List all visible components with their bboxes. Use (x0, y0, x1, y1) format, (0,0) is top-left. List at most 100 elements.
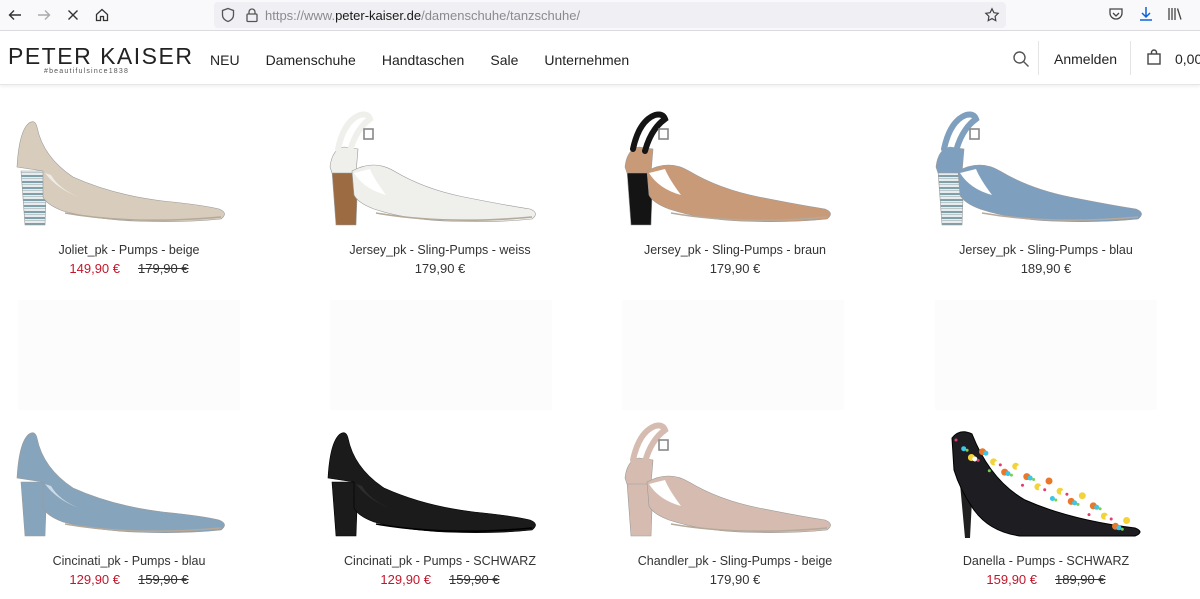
sling-strap (941, 111, 980, 154)
product-image[interactable] (13, 109, 245, 229)
nav-item-sale[interactable]: Sale (490, 52, 518, 68)
product-name[interactable]: Danella - Pumps - SCHWARZ (901, 554, 1191, 568)
logo[interactable]: PETER KAISER #beautifulsince1838 (8, 44, 193, 75)
image-placeholder (622, 300, 844, 410)
print-dot (1027, 475, 1033, 481)
sale-price: 129,90 € (69, 572, 120, 587)
old-price: 189,90 € (1055, 572, 1106, 587)
price: 189,90 € (1020, 261, 1072, 276)
url-text[interactable]: https://www.peter-kaiser.de/damenschuhe/… (265, 8, 580, 23)
shoe-illustration (624, 422, 831, 537)
login-link[interactable]: Anmelden (1054, 51, 1117, 67)
shopping-bag-icon (1147, 49, 1161, 65)
shoe-illustration (951, 431, 1141, 538)
back-button[interactable] (3, 3, 27, 27)
bookmark-star-icon[interactable] (984, 7, 1000, 23)
pocket-button[interactable] (1107, 5, 1125, 23)
product-image[interactable] (324, 420, 556, 540)
product-name[interactable]: Joliet_pk - Pumps - beige (0, 243, 274, 257)
buckle (658, 128, 669, 140)
logo-tagline: #beautifulsince1838 (44, 68, 130, 75)
image-placeholder (935, 300, 1157, 410)
arrow-right-icon (38, 10, 51, 20)
url-domain: peter-kaiser.de (335, 8, 422, 23)
home-icon (95, 8, 109, 22)
product-card[interactable]: Jersey_pk - Sling-Pumps - braun 179,90 € (590, 109, 880, 276)
product-name[interactable]: Jersey_pk - Sling-Pumps - braun (590, 243, 880, 257)
product-image[interactable] (930, 420, 1162, 540)
shoe-illustration (16, 121, 225, 226)
downloads-button[interactable] (1137, 5, 1155, 23)
product-image[interactable] (619, 109, 851, 229)
product-card[interactable]: Chandler_pk - Sling-Pumps - beige 179,90… (590, 420, 880, 587)
product-price: 129,90 € 159,90 € (295, 572, 585, 587)
image-placeholder (18, 300, 240, 410)
close-icon (68, 10, 78, 20)
product-card[interactable]: Jersey_pk - Sling-Pumps - blau 189,90 € (901, 109, 1191, 276)
product-name[interactable]: Cincinati_pk - Pumps - blau (0, 554, 274, 568)
buckle (969, 128, 980, 140)
lock-icon[interactable] (244, 7, 260, 23)
print-dot (972, 456, 978, 462)
print-dot (1054, 498, 1058, 502)
nav-item-unternehmen[interactable]: Unternehmen (544, 52, 629, 68)
site-header: PETER KAISER #beautifulsince1838 NEU Dam… (0, 31, 1200, 85)
library-icon (1168, 8, 1182, 20)
print-dot (1038, 485, 1044, 491)
product-image[interactable] (324, 109, 556, 229)
shoe-illustration (329, 111, 536, 226)
shoe-heel-cup (624, 457, 654, 485)
header-divider (1130, 41, 1131, 75)
cart-button[interactable] (1145, 48, 1163, 66)
product-name[interactable]: Chandler_pk - Sling-Pumps - beige (590, 554, 880, 568)
stop-button[interactable] (61, 3, 85, 27)
product-card[interactable]: Danella - Pumps - SCHWARZ 159,90 € 189,90… (901, 420, 1191, 587)
shoe-heel-cup (329, 146, 359, 174)
product-name[interactable]: Jersey_pk - Sling-Pumps - weiss (295, 243, 585, 257)
price: 179,90 € (709, 261, 761, 276)
address-bar[interactable]: https://www.peter-kaiser.de/damenschuhe/… (214, 2, 1006, 28)
main-nav: NEU Damenschuhe Handtaschen Sale Unterne… (210, 52, 655, 68)
print-dot (1120, 527, 1124, 531)
print-dot (1045, 477, 1053, 485)
nav-item-damenschuhe[interactable]: Damenschuhe (266, 52, 356, 68)
sale-price: 129,90 € (380, 572, 431, 587)
product-card[interactable]: Cincinati_pk - Pumps - blau 129,90 € 159,… (0, 420, 274, 587)
product-card[interactable]: Joliet_pk - Pumps - beige 149,90 € 179,90… (0, 109, 274, 276)
browser-toolbar: https://www.peter-kaiser.de/damenschuhe/… (0, 0, 1200, 31)
product-name[interactable]: Cincinati_pk - Pumps - SCHWARZ (295, 554, 585, 568)
library-button[interactable] (1166, 5, 1184, 23)
product-image[interactable] (930, 109, 1162, 229)
sling-strap (630, 422, 669, 465)
url-prefix: https://www. (265, 8, 336, 23)
download-icon (1140, 7, 1152, 21)
image-placeholder (330, 300, 552, 410)
product-name[interactable]: Jersey_pk - Sling-Pumps - blau (901, 243, 1191, 257)
print-dot (1078, 492, 1086, 500)
product-card[interactable]: Jersey_pk - Sling-Pumps - weiss 179,90 € (295, 109, 585, 276)
old-price: 159,90 € (449, 572, 500, 587)
print-dot (1065, 492, 1069, 496)
shoe-body (16, 121, 225, 222)
header-divider (1038, 41, 1039, 75)
sling-strap (335, 111, 374, 154)
search-button[interactable] (1012, 50, 1030, 68)
search-icon (1013, 51, 1029, 67)
sale-price: 149,90 € (69, 261, 120, 276)
print-dot (983, 450, 989, 456)
print-dot (1094, 504, 1100, 510)
product-card[interactable]: Cincinati_pk - Pumps - SCHWARZ 129,90 €1… (295, 420, 585, 587)
home-button[interactable] (90, 3, 114, 27)
nav-item-handtaschen[interactable]: Handtaschen (382, 52, 465, 68)
product-image[interactable] (619, 420, 851, 540)
forward-button[interactable] (32, 3, 56, 27)
arrow-left-icon (8, 10, 21, 20)
nav-item-neu[interactable]: NEU (210, 52, 240, 68)
print-dot (1009, 473, 1013, 477)
shoe-heel-cup (624, 146, 654, 174)
shield-icon[interactable] (220, 7, 236, 23)
print-dot (1049, 496, 1055, 501)
shoe-body (327, 432, 536, 533)
shoe-illustration (16, 432, 225, 537)
product-image[interactable] (13, 420, 245, 540)
